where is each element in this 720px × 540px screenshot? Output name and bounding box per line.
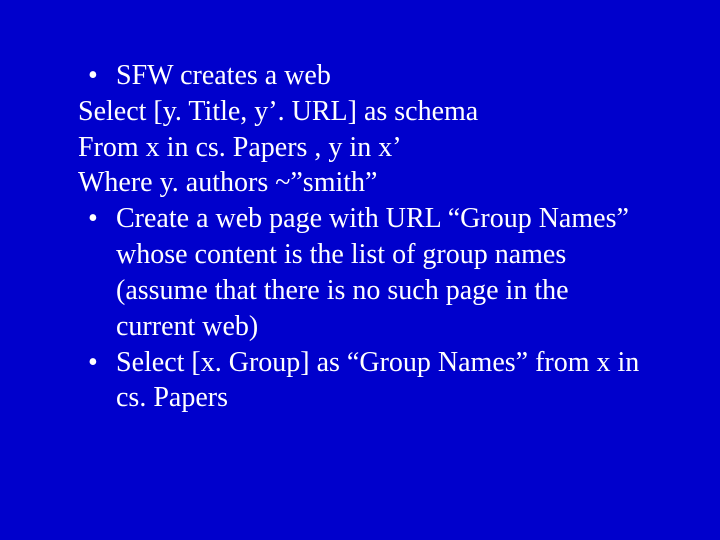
bullet-icon: • [78, 58, 116, 94]
bullet-item: • Select [x. Group] as “Group Names” fro… [78, 345, 642, 417]
bullet-item: • Create a web page with URL “Group Name… [78, 201, 642, 344]
bullet-subline: Select [y. Title, y’. URL] as schema [78, 94, 642, 130]
bullet-item: • SFW creates a web [78, 58, 642, 94]
bullet-subline: Where y. authors ~”smith” [78, 165, 642, 201]
bullet-text: Select [x. Group] as “Group Names” from … [116, 345, 642, 417]
slide-content: • SFW creates a web Select [y. Title, y’… [78, 58, 642, 416]
bullet-text: Create a web page with URL “Group Names”… [116, 201, 642, 344]
bullet-subline: From x in cs. Papers , y in x’ [78, 130, 642, 166]
bullet-icon: • [78, 345, 116, 381]
bullet-text: SFW creates a web [116, 58, 642, 94]
slide: • SFW creates a web Select [y. Title, y’… [0, 0, 720, 540]
bullet-icon: • [78, 201, 116, 237]
